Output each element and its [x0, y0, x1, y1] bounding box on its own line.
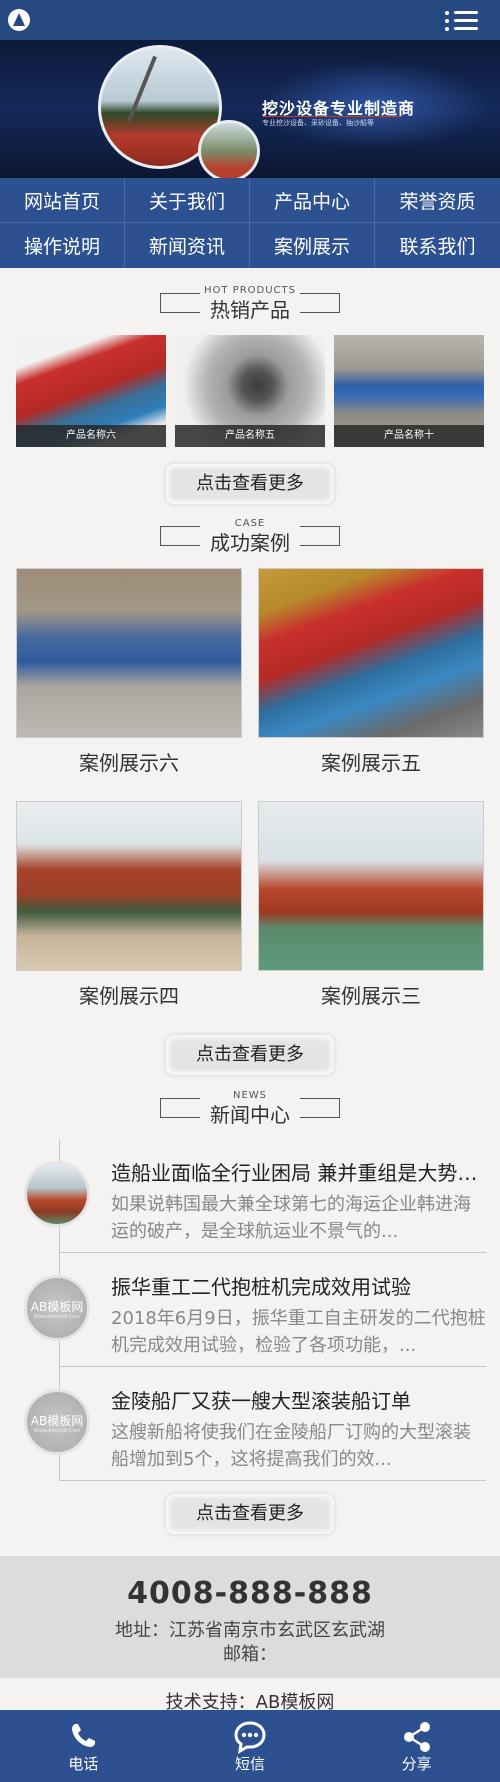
bottom-share-label: 分享 — [401, 1755, 432, 1773]
news-item-desc: 2018年6月9日，振华重工自主研发的二代抱桩机完成效用试验，检验了各项功能，.… — [111, 1308, 486, 1356]
menu-icon[interactable] — [444, 8, 478, 34]
product-caption: 产品名称五 — [175, 425, 325, 447]
products-more-button[interactable]: 点击查看更多 — [166, 464, 334, 504]
news-divider — [59, 1480, 486, 1481]
bottom-call-button[interactable]: 电话 — [0, 1710, 167, 1782]
cases-more-button[interactable]: 点击查看更多 — [166, 1035, 334, 1075]
cases-heading: CASE 成功案例 — [0, 518, 500, 566]
news-item-desc: 如果说韩国最大兼全球第七的海运企业韩进海运的破产，是全球航运业不景气的... — [111, 1194, 471, 1242]
share-icon — [403, 1722, 430, 1752]
thumbnail-brand-text: AB模板网 — [30, 1414, 84, 1428]
news-thumbnail: AB模板网 Www.Admin8.Com — [24, 1275, 90, 1341]
news-heading: NEWS 新闻中心 — [0, 1090, 500, 1138]
footer-address: 地址：江苏省南京市玄武区玄武湖 — [115, 1620, 385, 1641]
nav-item-news[interactable]: 新闻资讯 — [125, 223, 250, 268]
nav-item-about[interactable]: 关于我们 — [125, 178, 250, 223]
nav-item-honors[interactable]: 荣誉资质 — [375, 178, 500, 223]
case-image-shipyard — [16, 801, 242, 971]
news-item-title: 金陵船厂又获一艘大型滚装船订单 — [111, 1389, 411, 1413]
main-nav: 网站首页 关于我们 产品中心 荣誉资质 操作说明 新闻资讯 案例展示 联系我们 — [0, 178, 500, 268]
phone-icon — [72, 1724, 96, 1747]
bottom-call-label: 电话 — [68, 1755, 99, 1773]
product-card[interactable]: 产品名称六 — [16, 335, 166, 447]
news-item-title: 振华重工二代抱桩机完成效用试验 — [111, 1275, 411, 1299]
cases-title: 成功案例 — [210, 531, 290, 555]
footer-email: 邮箱： — [223, 1644, 277, 1665]
case-card[interactable]: 案例展示四 — [16, 801, 242, 1009]
news-item[interactable]: 造船业面临全行业困局 兼并重组是大势所趋 如果说韩国最大兼全球第七的海运企业韩进… — [24, 1139, 486, 1253]
bottom-bar: 电话 短信 分享 — [0, 1710, 500, 1782]
case-image-dredger-boats — [258, 801, 484, 971]
case-title: 案例展示六 — [79, 751, 179, 775]
banner-image-boat — [198, 120, 260, 178]
news-item-desc: 这艘新船将使我们在金陵船厂订购的大型滚装船增加到5个，这将提高我们的效... — [111, 1422, 471, 1470]
hot-products-title: 热销产品 — [210, 298, 290, 322]
case-title: 案例展示四 — [79, 984, 179, 1008]
case-image-engine — [258, 568, 484, 738]
case-card[interactable]: 案例展示六 — [16, 568, 242, 776]
bottom-sms-button[interactable]: 短信 — [167, 1710, 334, 1782]
bottom-sms-label: 短信 — [235, 1755, 266, 1773]
product-caption: 产品名称十 — [334, 425, 484, 447]
product-caption: 产品名称六 — [16, 425, 166, 447]
news-title: 新闻中心 — [210, 1103, 290, 1127]
news-item[interactable]: AB模板网 Www.Admin8.Com 振华重工二代抱桩机完成效用试验 201… — [24, 1253, 486, 1367]
thumbnail-brand-sub: Www.Admin8.Com — [33, 1428, 81, 1434]
product-card[interactable]: 产品名称十 — [334, 335, 484, 447]
news-thumbnail — [24, 1161, 90, 1227]
nav-item-cases[interactable]: 案例展示 — [250, 223, 375, 268]
logo-icon[interactable] — [8, 9, 30, 31]
banner-slogan-sub: 专业挖沙设备、采砂设备、抽沙船等 — [262, 119, 374, 127]
nav-item-contact[interactable]: 联系我们 — [375, 223, 500, 268]
news-more-button[interactable]: 点击查看更多 — [166, 1494, 334, 1534]
thumbnail-brand-sub: Www.Admin8.Com — [33, 1314, 81, 1320]
case-card[interactable]: 案例展示三 — [258, 801, 484, 1009]
footer-phone[interactable]: 4008-888-888 — [0, 1576, 500, 1611]
message-icon — [234, 1721, 266, 1754]
banner-divider — [262, 116, 402, 117]
case-title: 案例展示五 — [321, 751, 421, 775]
nav-item-home[interactable]: 网站首页 — [0, 178, 125, 223]
case-image-pipes — [16, 568, 242, 738]
product-list: 产品名称六 产品名称五 产品名称十 — [16, 335, 484, 447]
case-title: 案例展示三 — [321, 984, 421, 1008]
footer: 4008-888-888 地址：江苏省南京市玄武区玄武湖 邮箱： — [0, 1556, 500, 1678]
news-item[interactable]: AB模板网 Www.Admin8.Com 金陵船厂又获一艘大型滚装船订单 这艘新… — [24, 1367, 486, 1481]
news-thumbnail: AB模板网 Www.Admin8.Com — [24, 1389, 90, 1455]
product-card[interactable]: 产品名称五 — [175, 335, 325, 447]
nav-item-guide[interactable]: 操作说明 — [0, 223, 125, 268]
thumbnail-brand-text: AB模板网 — [30, 1300, 84, 1314]
news-item-title: 造船业面临全行业困局 兼并重组是大势所趋 — [111, 1161, 486, 1185]
hero-banner[interactable]: 挖沙设备专业制造商 专业挖沙设备、采砂设备、抽沙船等 — [0, 40, 500, 178]
top-bar — [0, 0, 500, 40]
bottom-share-button[interactable]: 分享 — [333, 1710, 500, 1782]
nav-item-products[interactable]: 产品中心 — [250, 178, 375, 223]
hot-products-heading: HOT PRODUCTS 热销产品 — [0, 285, 500, 333]
case-card[interactable]: 案例展示五 — [258, 568, 484, 776]
